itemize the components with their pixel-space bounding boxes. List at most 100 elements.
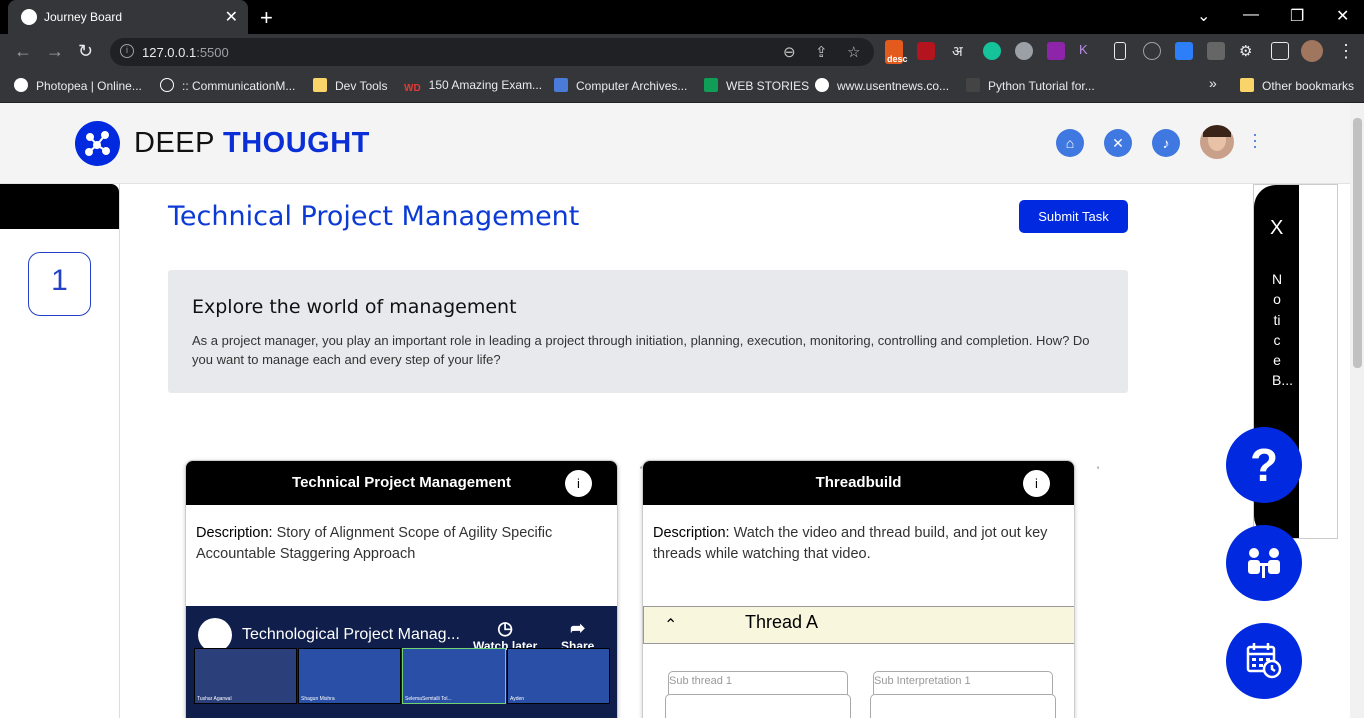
participant-thumb: SelemaSemtalli Tol... bbox=[402, 648, 506, 704]
intro-panel: Explore the world of management As a pro… bbox=[168, 270, 1128, 393]
participant-thumb: Shagun Mishra bbox=[298, 648, 401, 704]
reload-icon[interactable]: ↻ bbox=[78, 41, 93, 62]
s-extension-icon[interactable] bbox=[917, 42, 935, 60]
bookmark-star-icon[interactable]: ☆ bbox=[847, 43, 860, 61]
bookmark-item[interactable]: Photopea | Online... bbox=[14, 78, 142, 93]
zoom-icon[interactable]: ⊖ bbox=[783, 43, 796, 61]
compass-icon[interactable] bbox=[1143, 42, 1161, 60]
info-icon[interactable]: i bbox=[565, 470, 592, 497]
video-title[interactable]: Technological Project Manag... bbox=[242, 626, 460, 644]
logo-text: DEEP THOUGHT bbox=[134, 127, 370, 159]
intro-text: As a project manager, you play an import… bbox=[192, 333, 1090, 367]
grammarly-icon[interactable] bbox=[983, 42, 1001, 60]
clock-icon: ◷ bbox=[497, 618, 513, 638]
bookmarks-bar: Photopea | Online... :: CommunicationM..… bbox=[0, 70, 1364, 103]
tab-title: Journey Board bbox=[44, 10, 123, 24]
card-header: Technical Project Management i bbox=[186, 461, 617, 505]
participant-thumb: Tushar Agarwal bbox=[194, 648, 297, 704]
submit-task-button[interactable]: Submit Task bbox=[1019, 200, 1128, 233]
sub-thread-field[interactable]: Sub thread 1 bbox=[665, 671, 851, 718]
extension-icon[interactable] bbox=[1207, 42, 1225, 60]
scroll-thumb[interactable] bbox=[1353, 118, 1362, 368]
tab-search-icon[interactable]: ⌄ bbox=[1197, 6, 1210, 26]
meeting-button[interactable] bbox=[1226, 525, 1302, 601]
globe-icon bbox=[21, 9, 37, 25]
back-icon[interactable]: ← bbox=[14, 41, 32, 62]
device-icon[interactable] bbox=[1114, 42, 1126, 60]
forward-icon[interactable]: → bbox=[46, 41, 64, 62]
copy-extension-icon[interactable] bbox=[1175, 42, 1193, 60]
user-avatar[interactable] bbox=[1200, 125, 1234, 159]
browser-tab[interactable]: Journey Board ✕ bbox=[8, 0, 248, 34]
intro-heading: Explore the world of management bbox=[192, 296, 517, 318]
extension-icon[interactable] bbox=[1015, 42, 1033, 60]
info-icon[interactable]: i bbox=[1023, 470, 1050, 497]
sub-thread-placeholder: Sub thread 1 bbox=[669, 675, 732, 687]
url-text: 127.0.0.1:5500 bbox=[142, 45, 229, 60]
sub-interpretation-placeholder: Sub Interpretation 1 bbox=[874, 675, 971, 687]
step-1-button[interactable]: 1 bbox=[28, 252, 91, 316]
address-bar[interactable]: i 127.0.0.1:5500 ⊖ ⇪ ☆ bbox=[110, 38, 874, 66]
minimize-button[interactable]: — bbox=[1243, 6, 1259, 24]
close-window-button[interactable]: ✕ bbox=[1336, 6, 1349, 26]
k-extension-icon[interactable]: K bbox=[1079, 42, 1097, 60]
page-scrollbar[interactable] bbox=[1350, 103, 1364, 718]
share-arrow-icon: ➦ bbox=[570, 618, 586, 638]
close-icon[interactable]: X bbox=[1270, 217, 1283, 240]
bookmarks-overflow-icon[interactable]: » bbox=[1209, 75, 1217, 91]
other-bookmarks-folder[interactable]: Other bookmarks bbox=[1240, 78, 1354, 93]
thread-accordion[interactable]: ⌃ Thread A bbox=[643, 606, 1074, 644]
tab-close-icon[interactable]: ✕ bbox=[225, 7, 238, 27]
schedule-button[interactable] bbox=[1226, 623, 1302, 699]
sub-interpretation-field[interactable]: Sub Interpretation 1 bbox=[870, 671, 1056, 718]
video-player[interactable]: Technological Project Manag... ◷ Watch la… bbox=[186, 606, 617, 718]
restore-button[interactable]: ❐ bbox=[1290, 6, 1304, 26]
site-header: DEEP THOUGHT ⌂ ✕ ♪ · · · bbox=[0, 103, 1350, 184]
task-card-video: Technical Project Management i Descripti… bbox=[185, 460, 618, 718]
page-title: Technical Project Management bbox=[168, 201, 580, 232]
help-button[interactable]: ? bbox=[1226, 427, 1302, 503]
profile-avatar[interactable] bbox=[1301, 40, 1323, 62]
step-sidebar: 1 bbox=[0, 184, 120, 718]
thread-label: Thread A bbox=[745, 612, 819, 632]
bookmark-folder[interactable]: Dev Tools bbox=[313, 78, 387, 93]
card-description: Description: Watch the video and thread … bbox=[653, 525, 1048, 562]
channel-avatar[interactable] bbox=[198, 618, 232, 652]
extension-icon[interactable] bbox=[1047, 42, 1065, 60]
notice-board-label: Notice B... bbox=[1272, 271, 1294, 389]
card-title: Threadbuild bbox=[815, 474, 902, 491]
site-info-icon[interactable]: i bbox=[120, 44, 134, 58]
new-tab-button[interactable]: + bbox=[260, 5, 273, 31]
bookmark-item[interactable]: Computer Archives... bbox=[554, 78, 687, 93]
card-header: Threadbuild i bbox=[643, 461, 1074, 505]
chevron-up-icon[interactable]: ⌃ bbox=[664, 615, 677, 635]
home-icon[interactable]: ⌂ bbox=[1056, 129, 1084, 157]
puzzle-icon[interactable]: ⚙ bbox=[1239, 42, 1252, 60]
sub-interpretation-input[interactable] bbox=[870, 694, 1056, 718]
logo-icon bbox=[75, 121, 120, 166]
page-content: DEEP THOUGHT ⌂ ✕ ♪ · · · 1 Technical Proje… bbox=[0, 103, 1364, 718]
tools-icon[interactable]: ✕ bbox=[1104, 129, 1132, 157]
task-card-threadbuild: Threadbuild i Description: Watch the vid… bbox=[642, 460, 1075, 718]
card-description: Description: Story of Alignment Scope of… bbox=[196, 525, 553, 562]
bookmark-item[interactable]: WD 150 Amazing Exam... bbox=[404, 78, 542, 97]
bookmark-item[interactable]: :: CommunicationM... bbox=[160, 78, 295, 93]
stray-mark: ' bbox=[1097, 465, 1100, 477]
share-icon[interactable]: ⇪ bbox=[815, 43, 828, 61]
participant-thumb: Ayden bbox=[507, 648, 610, 704]
bell-icon[interactable]: ♪ bbox=[1152, 129, 1180, 157]
card-title: Technical Project Management bbox=[292, 474, 511, 491]
browser-tab-bar: Journey Board ✕ + ⌄ — ❐ ✕ bbox=[0, 0, 1364, 34]
people-meeting-icon bbox=[1248, 548, 1280, 578]
chrome-menu-icon[interactable]: ⋮ bbox=[1337, 41, 1355, 62]
bookmark-item[interactable]: Python Tutorial for... bbox=[966, 78, 1095, 93]
calendar-clock-icon bbox=[1246, 643, 1282, 679]
desc-extension-icon[interactable]: desc bbox=[885, 40, 908, 64]
more-menu-icon[interactable]: · · · bbox=[1252, 125, 1258, 155]
hindi-extension-icon[interactable]: अ bbox=[952, 42, 963, 61]
bookmark-item[interactable]: www.usentnews.co... bbox=[815, 78, 949, 93]
sub-thread-input[interactable] bbox=[665, 694, 851, 718]
sidepanel-icon[interactable] bbox=[1271, 42, 1289, 60]
bookmark-item[interactable]: WEB STORIES bbox=[704, 78, 809, 93]
sidebar-header bbox=[0, 184, 119, 229]
